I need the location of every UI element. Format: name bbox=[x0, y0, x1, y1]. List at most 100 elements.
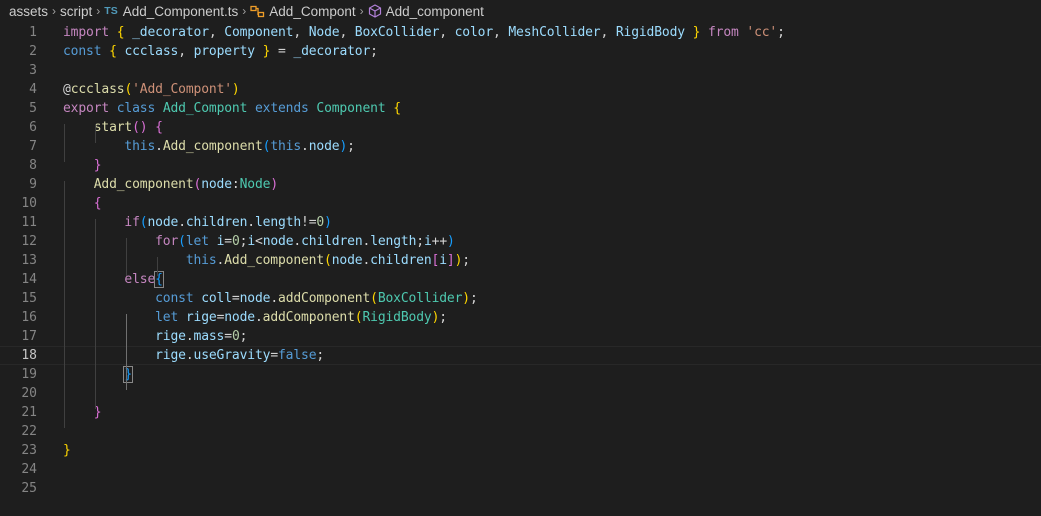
code-token: BoxCollider bbox=[377, 291, 463, 306]
code-line[interactable]: 18 rige.useGravity=false; bbox=[0, 346, 1041, 365]
code-token: ) bbox=[462, 291, 470, 306]
code-token: from bbox=[708, 25, 739, 40]
breadcrumb: assets › script › TS Add_Component.ts › … bbox=[0, 0, 1041, 22]
code-token: rige bbox=[185, 310, 217, 325]
code-token: ( bbox=[124, 82, 133, 97]
code-token: Node bbox=[308, 25, 340, 40]
code-line[interactable]: 22 bbox=[0, 422, 1041, 441]
code-token: @ bbox=[63, 82, 71, 97]
code-token: { bbox=[109, 44, 117, 59]
code-token: ; bbox=[416, 234, 424, 249]
code-line[interactable]: 20 bbox=[0, 384, 1041, 403]
code-token: { bbox=[393, 101, 401, 116]
code-token: this bbox=[270, 139, 302, 154]
code-text: const { ccclass, property } = _decorator… bbox=[63, 42, 378, 61]
breadcrumb-method[interactable]: Add_component bbox=[386, 4, 484, 19]
line-number: 10 bbox=[21, 196, 37, 211]
code-token: const bbox=[155, 291, 194, 306]
line-number: 14 bbox=[21, 272, 37, 287]
code-token: node bbox=[201, 177, 232, 192]
code-text: rige.useGravity=false; bbox=[63, 346, 324, 365]
code-token: . bbox=[301, 139, 309, 154]
method-symbol-icon bbox=[368, 4, 382, 18]
code-token: children bbox=[370, 253, 432, 268]
code-line[interactable]: 5 export class Add_Compont extends Compon… bbox=[0, 99, 1041, 118]
code-token: this bbox=[124, 139, 156, 154]
code-token: let bbox=[185, 234, 209, 249]
code-line[interactable]: 2 const { ccclass, property } = _decorato… bbox=[0, 42, 1041, 61]
code-token: ; bbox=[439, 310, 447, 325]
code-line[interactable]: 10 { bbox=[0, 194, 1041, 213]
code-token: rige bbox=[155, 348, 186, 363]
indent-guide bbox=[95, 219, 96, 409]
code-editor[interactable]: 25 24 23} 22 21 } 20 19 } 18 rige.useGravity=fa… bbox=[0, 22, 1041, 516]
code-text: } bbox=[63, 365, 134, 384]
code-token: RigidBody bbox=[615, 25, 685, 40]
code-token: { bbox=[155, 120, 163, 135]
code-token: addComponent bbox=[262, 310, 355, 325]
code-line[interactable]: 6 start() { bbox=[0, 118, 1041, 137]
code-token: start bbox=[93, 120, 133, 135]
code-line[interactable]: 23} bbox=[0, 441, 1041, 460]
code-token: = bbox=[231, 291, 240, 306]
code-line[interactable]: 11 if(node.children.length!=0) bbox=[0, 213, 1041, 232]
line-number: 18 bbox=[21, 348, 37, 363]
code-token: 'Add_Compont' bbox=[132, 82, 232, 97]
code-text: let rige=node.addComponent(RigidBody); bbox=[63, 308, 447, 327]
code-token: ) bbox=[324, 215, 332, 230]
breadcrumb-folder-script[interactable]: script bbox=[60, 4, 92, 19]
code-line[interactable]: 19 } bbox=[0, 365, 1041, 384]
line-number: 21 bbox=[21, 405, 37, 420]
breadcrumb-class[interactable]: Add_Compont bbox=[269, 4, 355, 19]
chevron-right-icon: › bbox=[96, 4, 101, 18]
code-token: node bbox=[147, 215, 179, 230]
line-number: 22 bbox=[21, 424, 37, 439]
code-token: Component bbox=[316, 101, 386, 116]
code-token: . bbox=[254, 310, 263, 325]
code-token: ) bbox=[447, 234, 455, 249]
code-line[interactable]: 21 } bbox=[0, 403, 1041, 422]
code-line[interactable]: 7 this.Add_component(this.node); bbox=[0, 137, 1041, 156]
code-token: ccclass bbox=[124, 44, 179, 59]
code-line[interactable]: 15 const coll=node.addComponent(BoxColli… bbox=[0, 289, 1041, 308]
code-token: children bbox=[301, 234, 363, 249]
code-token: ) bbox=[231, 82, 240, 97]
code-text: export class Add_Compont extends Compone… bbox=[63, 99, 401, 118]
code-line[interactable]: 9 Add_component(node:Node) bbox=[0, 175, 1041, 194]
indent-guide bbox=[64, 143, 65, 162]
code-line[interactable]: 8 } bbox=[0, 156, 1041, 175]
code-token: ; bbox=[777, 25, 785, 40]
code-token: , bbox=[208, 25, 225, 40]
code-line[interactable]: 16 let rige=node.addComponent(RigidBody)… bbox=[0, 308, 1041, 327]
code-token: 0 bbox=[231, 234, 240, 249]
breadcrumb-folder-assets[interactable]: assets bbox=[9, 4, 48, 19]
code-token: . bbox=[185, 329, 194, 344]
code-token: ; bbox=[370, 44, 378, 59]
code-token: . bbox=[185, 348, 194, 363]
code-line[interactable]: 25 bbox=[0, 479, 1041, 498]
code-token: Add_component bbox=[224, 253, 325, 268]
code-line[interactable]: 3 bbox=[0, 61, 1041, 80]
breadcrumb-file[interactable]: Add_Component.ts bbox=[123, 4, 239, 19]
code-token: ; bbox=[347, 139, 355, 154]
code-token: . bbox=[178, 215, 186, 230]
code-token: false bbox=[278, 348, 317, 363]
code-token: = bbox=[270, 348, 278, 363]
indent-guide bbox=[157, 257, 158, 276]
code-line[interactable]: 4 @ccclass('Add_Compont') bbox=[0, 80, 1041, 99]
code-text: this.Add_component(node.children[i]); bbox=[63, 251, 470, 270]
code-line[interactable]: 24 bbox=[0, 460, 1041, 479]
line-number: 4 bbox=[29, 82, 37, 97]
code-line[interactable]: 1 import { _decorator, Component, Node, B… bbox=[0, 23, 1041, 42]
code-text: @ccclass('Add_Compont') bbox=[63, 80, 240, 99]
code-line[interactable]: 12 for(let i=0;i<node.children.length;i+… bbox=[0, 232, 1041, 251]
code-line[interactable]: 17 rige.mass=0; bbox=[0, 327, 1041, 346]
code-token: import bbox=[63, 25, 110, 40]
